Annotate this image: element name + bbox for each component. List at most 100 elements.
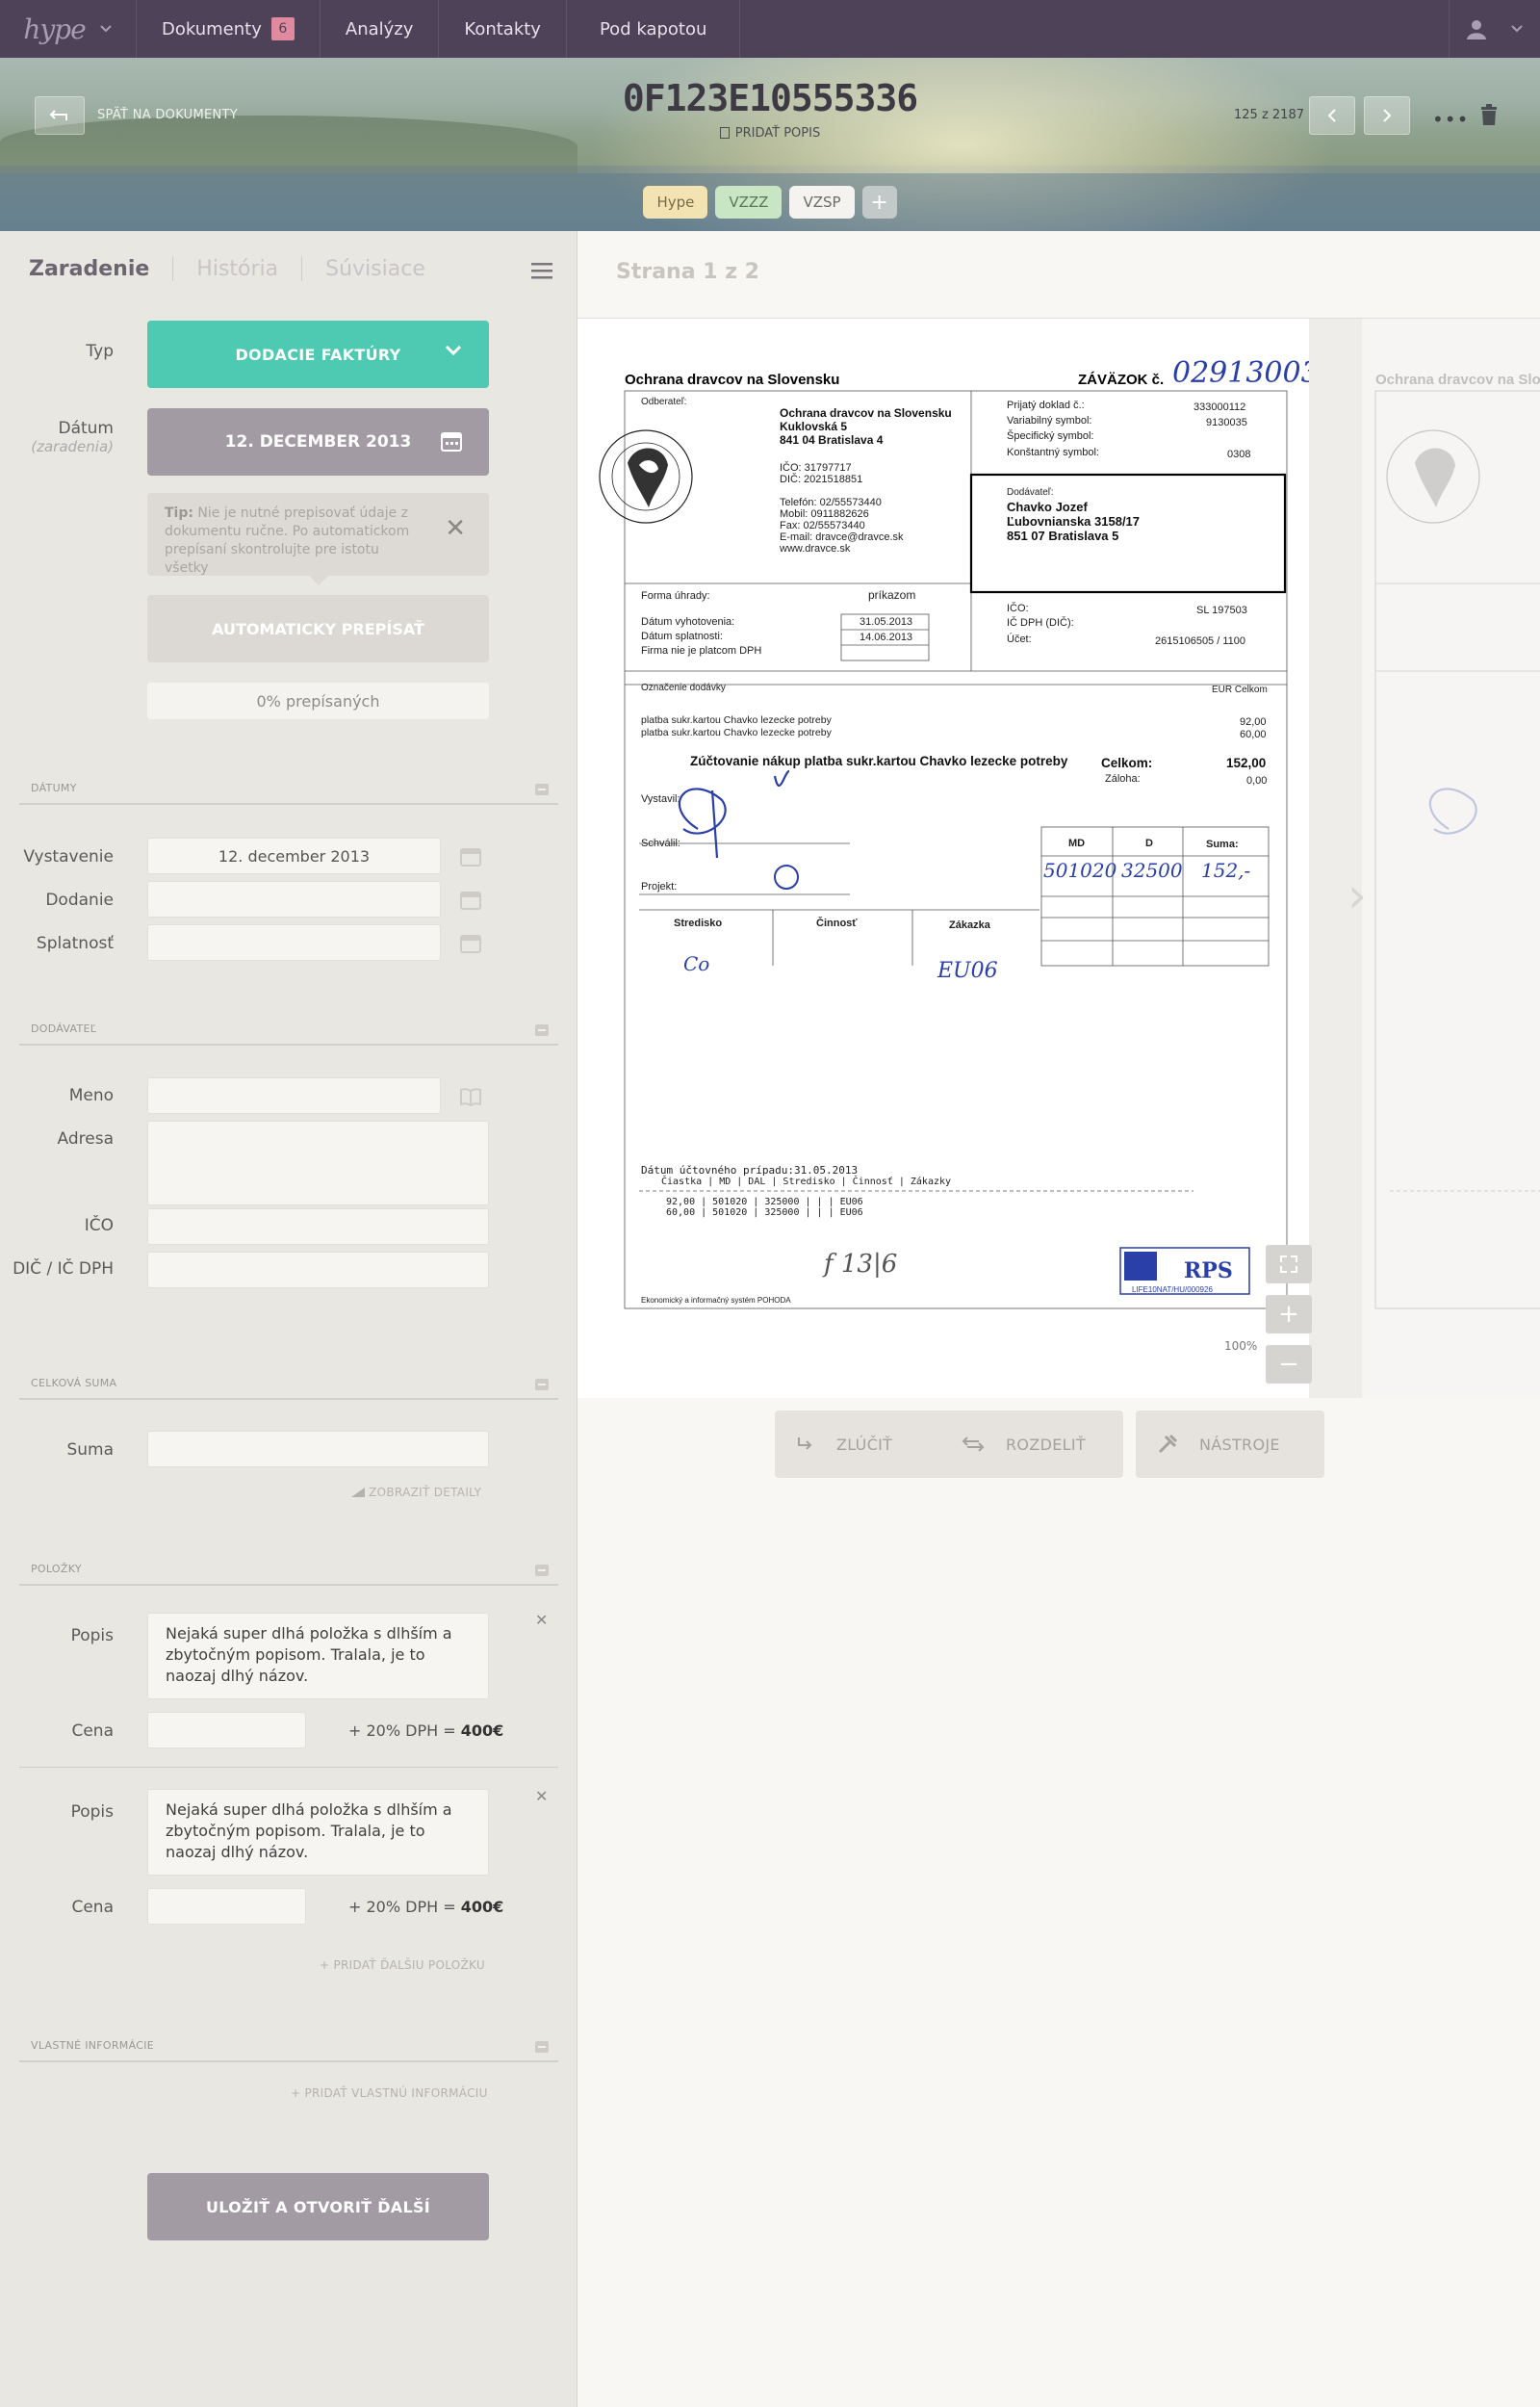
next-document-button[interactable] [1364,96,1410,135]
doc-text: Chavko Jozef [1007,500,1088,514]
menu-icon[interactable] [531,262,552,283]
section-header-total[interactable]: CELKOVÁ SUMA [19,1373,558,1400]
item-price-field[interactable] [147,1712,306,1748]
doc-text: Dátum vyhotovenia: [641,616,734,628]
doc-text: Účet: [1007,633,1032,645]
remove-item-icon[interactable]: ✕ [535,1787,548,1805]
previous-document-button[interactable] [1309,96,1355,135]
vat-amount: 400€ [460,1898,504,1916]
nav-item-documents[interactable]: Dokumenty 6 [137,0,321,58]
nav-item-contacts[interactable]: Kontakty [439,0,567,58]
split-icon [962,1436,985,1452]
nav-item-label: Analýzy [345,18,414,39]
section-header-supplier[interactable]: DODÁVATEĽ [19,1019,558,1046]
tab-classification[interactable]: Zaradenie [29,257,149,281]
due-date-field[interactable] [147,924,441,961]
supplier-dic-field[interactable] [147,1252,489,1288]
doc-stamp-code: LIFE10NAT/HU/000926 [1132,1285,1213,1294]
doc-text: Konštantný symbol: [1007,447,1099,458]
more-options-icon[interactable]: ••• [1432,108,1469,131]
issued-date-field[interactable]: 12. december 2013 [147,838,441,874]
zoom-out-button[interactable]: − [1266,1345,1312,1384]
collapse-icon[interactable] [535,1379,549,1390]
chevron-down-icon [445,345,462,355]
section-title: VLASTNÉ INFORMÁCIE [31,2039,155,2052]
close-icon[interactable]: ✕ [445,516,466,541]
doc-text: 9130035 [1206,417,1247,428]
doc-stamp-text: RPS [1184,1258,1233,1283]
doc-text: E-mail: dravce@dravce.sk [780,531,904,543]
tip-text: Nie je nutné prepisovať údaje z dokument… [165,505,410,576]
sidebar: Zaradenie História Súvisiace Typ DODACIE… [0,231,578,2407]
section-title: CELKOVÁ SUMA [31,1377,117,1389]
tag[interactable]: VZZZ [715,186,783,219]
tab-related[interactable]: Súvisiace [325,257,425,281]
supplier-name-field[interactable] [147,1077,441,1114]
fullscreen-button[interactable] [1266,1245,1312,1283]
document-viewer: Ochrana dravcov na Slovensku ZÁVÄZOK č. … [578,318,1540,1398]
zoom-in-button[interactable]: + [1266,1295,1312,1333]
supplier-address-field[interactable] [147,1121,489,1205]
doc-text: Kuklovská 5 [780,420,847,433]
nav-item-label: Pod kapotou [599,18,707,39]
app-logo[interactable]: hype [0,0,137,58]
tools-button[interactable]: NÁSTROJE [1136,1411,1324,1478]
tag[interactable]: VZSP [789,186,855,219]
vat-amount: 400€ [460,1721,504,1740]
calendar-icon[interactable] [460,934,481,953]
user-menu[interactable] [1449,0,1540,58]
calendar-icon[interactable] [460,891,481,910]
show-details-link[interactable]: ZOBRAZIŤ DETAILY [351,1486,481,1499]
document-type-select[interactable]: DODACIE FAKTÚRY [147,321,489,388]
doc-text: Firma nie je platcom DPH [641,645,761,657]
collapse-icon[interactable] [535,784,549,795]
doc-text: 851 07 Bratislava 5 [1007,529,1118,543]
section-header-custom[interactable]: VLASTNÉ INFORMÁCIE [19,2035,558,2062]
doc-text: D [1145,838,1153,849]
page-indicator: Strana 1 z 2 [616,260,759,284]
doc-handwritten-number: 029130034 [1172,356,1309,390]
supplier-ico-field[interactable] [147,1208,489,1245]
next-page-arrow-icon[interactable]: › [1348,867,1367,923]
item-price-field[interactable] [147,1888,306,1925]
due-label: Splatnosť [36,934,114,953]
delivered-label: Dodanie [45,891,114,910]
address-book-icon[interactable] [460,1087,481,1106]
calendar-icon[interactable] [460,847,481,867]
remove-item-icon[interactable]: ✕ [535,1611,548,1629]
next-page-preview[interactable]: Ochrana dravcov na Slovensku [1362,319,1540,1398]
item-divider [19,1767,558,1768]
tag-list: Hype VZZZ VZSP + [0,186,1540,219]
save-and-open-next-button[interactable]: ULOŽIŤ A OTVORIŤ ĎALŠÍ [147,2173,489,2240]
doc-text: www.dravce.sk [779,543,851,555]
trash-icon[interactable] [1480,104,1498,129]
section-header-items[interactable]: POLOŽKY [19,1559,558,1586]
classification-date-picker[interactable]: 12. DECEMBER 2013 [147,408,489,476]
item-description-field[interactable]: Nejaká super dlhá položka s dlhším a zby… [147,1789,489,1876]
supplier-dic-label: DIČ / IČ DPH [13,1259,114,1279]
add-custom-info-link[interactable]: + PRIDAŤ VLASTNÚ INFORMÁCIU [291,2086,488,2100]
add-tag-button[interactable]: + [861,186,897,219]
header-background-hill [0,116,578,173]
tag[interactable]: Hype [643,186,708,219]
add-item-link[interactable]: + PRIDAŤ ĎALŠIU POLOŽKU [320,1958,485,1972]
zoom-level: 100% [1224,1339,1258,1353]
sum-field[interactable] [147,1431,489,1467]
tab-history[interactable]: História [196,257,278,281]
section-header-dates[interactable]: DÁTUMY [19,778,558,805]
doc-text: 0308 [1227,449,1250,460]
item-description-field[interactable]: Nejaká super dlhá položka s dlhším a zby… [147,1613,489,1699]
delivered-date-field[interactable] [147,881,441,918]
supplier-ico-label: IČO [84,1216,114,1235]
collapse-icon[interactable] [535,2041,549,2053]
split-button[interactable]: ROZDELIŤ [940,1411,1123,1478]
auto-transcribe-button[interactable]: AUTOMATICKY PREPÍSAŤ [147,595,489,662]
collapse-icon[interactable] [535,1024,549,1036]
doc-text: Ľubovnianska 3158/17 [1007,514,1140,529]
chevron-down-icon [99,25,112,33]
collapse-icon[interactable] [535,1565,549,1576]
doc-text: Fax: 02/55573440 [780,520,865,531]
document-viewer-panel: Strana 1 z 2 Ochrana dravcov na Slovensk… [578,231,1540,2407]
nav-item-under-the-hood[interactable]: Pod kapotou [567,0,741,58]
nav-item-analyses[interactable]: Analýzy [321,0,440,58]
